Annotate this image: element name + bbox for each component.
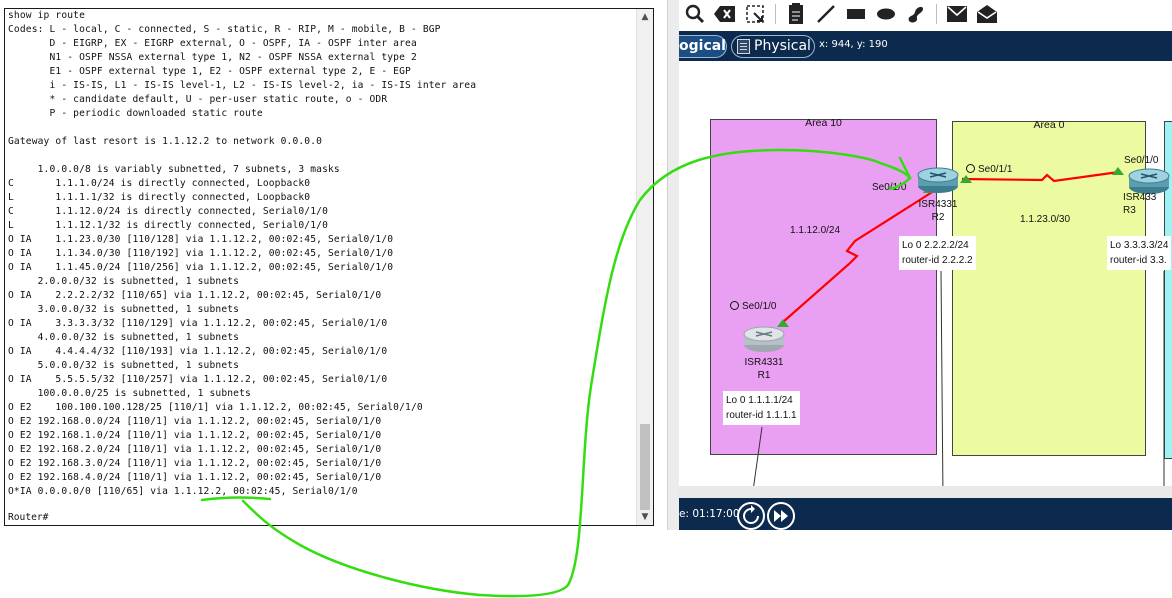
terminal-line: O E2 192.168.3.0/24 [110/1] via 1.1.12.2…: [8, 458, 382, 469]
tab-physical[interactable]: Physical: [731, 35, 815, 58]
router-name: R1: [757, 370, 771, 381]
port-label: Se0/1/0: [872, 182, 907, 193]
network-label: 1.1.12.0/24: [790, 225, 841, 236]
router-r2-caption: ISR4331 R2: [908, 198, 968, 224]
scroll-down-icon[interactable]: ▼: [637, 509, 653, 525]
cli-terminal[interactable]: show ip route Codes: L - local, C - conne…: [4, 8, 654, 526]
router-icon: [917, 167, 959, 193]
network-label: 1.1.23.0/30: [1020, 214, 1071, 225]
physical-icon: [737, 39, 750, 54]
port-label: Se0/1/1: [966, 164, 1012, 175]
delete-icon[interactable]: [713, 2, 737, 26]
terminal-scrollbar[interactable]: ▲ ▼: [636, 9, 653, 525]
resize-icon[interactable]: [743, 2, 767, 26]
terminal-line: Codes: L - local, C - connected, S - sta…: [8, 24, 441, 35]
search-icon[interactable]: [683, 2, 707, 26]
router-r1-caption: ISR4331 R1: [734, 356, 794, 382]
window-edge: [667, 0, 679, 530]
terminal-line: L 1.1.12.1/32 is directly connected, Ser…: [8, 220, 328, 231]
terminal-line: 4.0.0.0/32 is subnetted, 1 subnets: [8, 332, 240, 343]
clock-icon: [730, 301, 739, 310]
terminal-line: O IA 4.4.4.4/32 [110/193] via 1.1.12.2, …: [8, 346, 388, 357]
simulation-bar: e: 01:17:00: [679, 498, 1172, 530]
tab-physical-label: Physical: [754, 38, 811, 54]
terminal-line: * - candidate default, U - per-user stat…: [8, 94, 388, 105]
terminal-line: 2.0.0.0/32 is subnetted, 1 subnets: [8, 276, 240, 287]
reset-icon: [743, 505, 759, 524]
tab-logical[interactable]: ogical: [679, 35, 727, 58]
router-icon: [743, 326, 785, 352]
terminal-line: O E2 192.168.0.0/24 [110/1] via 1.1.12.2…: [8, 416, 382, 427]
terminal-line: O E2 192.168.2.0/24 [110/1] via 1.1.12.2…: [8, 444, 382, 455]
ellipse-icon[interactable]: [874, 2, 898, 26]
terminal-line: P - periodic downloaded static route: [8, 108, 263, 119]
clock-icon: [966, 164, 975, 173]
logical-workspace[interactable]: Area 10 Area 0 ISR4331 R1 Se0/1/0 ISR433…: [679, 61, 1172, 498]
workspace-scrollbar[interactable]: [679, 486, 1172, 498]
view-tabbar: ogical Physical x: 944, y: 190: [679, 31, 1172, 61]
router-r2[interactable]: [916, 165, 960, 195]
workspace-toolbar: [679, 0, 1172, 28]
topology-links: [751, 167, 1165, 498]
terminal-line: E1 - OSPF external type 1, E2 - OSPF ext…: [8, 66, 411, 77]
terminal-line: 100.0.0.0/25 is subnetted, 1 subnets: [8, 388, 251, 399]
terminal-line: Gateway of last resort is 1.1.12.2 to ne…: [8, 136, 323, 147]
link-status-up-icon: [1112, 167, 1124, 175]
cursor-coordinates: x: 944, y: 190: [819, 39, 888, 50]
terminal-line: O IA 1.1.23.0/30 [110/128] via 1.1.12.2,…: [8, 234, 394, 245]
terminal-line: 1.0.0.0/8 is variably subnetted, 7 subne…: [8, 164, 340, 175]
note-r3[interactable]: Lo 3.3.3.3/24 router-id 3.3.: [1107, 236, 1172, 270]
note-icon[interactable]: [784, 2, 808, 26]
terminal-line: N1 - OSPF NSSA external type 1, N2 - OSP…: [8, 52, 417, 63]
terminal-line: O*IA 0.0.0.0/0 [110/65] via 1.1.12.2, 00…: [8, 486, 358, 497]
terminal-line: 3.0.0.0/32 is subnetted, 1 subnets: [8, 304, 240, 315]
router-name: R2: [931, 212, 945, 223]
terminal-line: show ip route: [8, 10, 86, 21]
port-label: Se0/1/0: [1124, 155, 1159, 166]
router-r3-caption: ISR433 R3: [1123, 191, 1172, 217]
rectangle-icon[interactable]: [844, 2, 868, 26]
terminal-output: show ip route Codes: L - local, C - conne…: [8, 9, 638, 499]
fast-forward-icon: [774, 510, 788, 522]
router-model: ISR4331: [918, 199, 958, 210]
terminal-line: O IA 1.1.45.0/24 [110/256] via 1.1.12.2,…: [8, 262, 394, 273]
router-r1[interactable]: [742, 325, 786, 353]
line-icon[interactable]: [814, 2, 838, 26]
terminal-line: O IA 5.5.5.5/32 [110/257] via 1.1.12.2, …: [8, 374, 388, 385]
router-model: ISR4331: [744, 357, 784, 368]
terminal-line: C 1.1.1.0/24 is directly connected, Loop…: [8, 178, 311, 189]
pdu-complex-icon[interactable]: [975, 2, 999, 26]
router-model: ISR433: [1123, 192, 1157, 203]
terminal-prompt[interactable]: Router#: [8, 511, 48, 525]
terminal-line: O IA 1.1.34.0/30 [110/192] via 1.1.12.2,…: [8, 248, 394, 259]
terminal-line: C 1.1.12.0/24 is directly connected, Ser…: [8, 206, 328, 217]
port-label: Se0/1/0: [730, 301, 776, 312]
fast-forward-button[interactable]: [767, 502, 795, 530]
terminal-line: O IA 2.2.2.2/32 [110/65] via 1.1.12.2, 0…: [8, 290, 382, 301]
pdu-simple-icon[interactable]: [945, 2, 969, 26]
time-readout: e: 01:17:00: [679, 508, 740, 520]
terminal-line: L 1.1.1.1/32 is directly connected, Loop…: [8, 192, 311, 203]
router-name: R3: [1123, 205, 1136, 216]
terminal-line: i - IS-IS, L1 - IS-IS level-1, L2 - IS-I…: [8, 80, 477, 91]
terminal-line: O E2 192.168.1.0/24 [110/1] via 1.1.12.2…: [8, 430, 382, 441]
scroll-up-icon[interactable]: ▲: [637, 9, 653, 25]
terminal-line: D - EIGRP, EX - EIGRP external, O - OSPF…: [8, 38, 417, 49]
terminal-line: O E2 100.100.100.128/25 [110/1] via 1.1.…: [8, 402, 423, 413]
note-r2[interactable]: Lo 0 2.2.2.2/24 router-id 2.2.2.2: [899, 236, 976, 270]
reset-time-button[interactable]: [737, 502, 765, 530]
terminal-line: 5.0.0.0/32 is subnetted, 1 subnets: [8, 360, 240, 371]
port-name: Se0/1/1: [978, 164, 1013, 175]
note-line: [940, 270, 944, 498]
toolbar-separator: [936, 4, 937, 24]
scrollbar-thumb[interactable]: [640, 424, 650, 510]
port-name: Se0/1/0: [742, 301, 777, 312]
note-r1[interactable]: Lo 0 1.1.1.1/24 router-id 1.1.1.1: [723, 391, 800, 425]
terminal-line: O E2 192.168.4.0/24 [110/1] via 1.1.12.2…: [8, 472, 382, 483]
toolbar-separator: [775, 4, 776, 24]
terminal-line: O IA 3.3.3.3/32 [110/129] via 1.1.12.2, …: [8, 318, 388, 329]
freeform-icon[interactable]: [904, 2, 928, 26]
